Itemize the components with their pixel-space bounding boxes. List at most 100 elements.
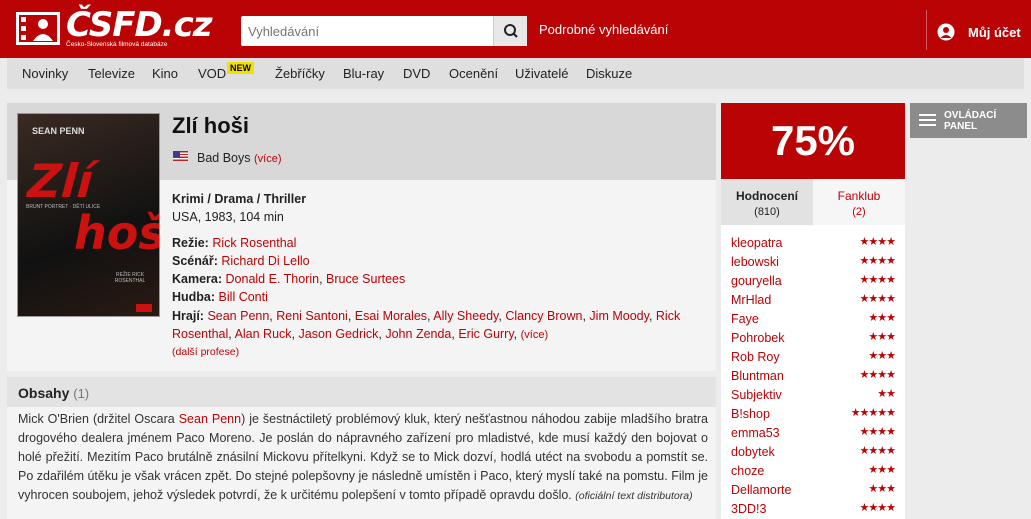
user-rating-row: Subjektiv ★★ <box>731 388 896 407</box>
cast-link[interactable]: Clancy Brown <box>505 309 582 323</box>
user-rating-row: 3DD!3 ★★★★ <box>731 502 896 519</box>
tab-ratings-label: Hodnocení <box>736 189 798 203</box>
poster-title-line2: hoši <box>74 206 159 260</box>
plot-text-before: Mick O'Brien (držitel Oscara <box>18 412 179 426</box>
poster-title-line1: Zlí <box>26 154 95 208</box>
tab-ratings[interactable]: Hodnocení (810) <box>721 179 813 225</box>
user-name-link[interactable]: Faye <box>731 312 759 326</box>
more-titles-link[interactable]: (více) <box>254 153 282 165</box>
user-name-link[interactable]: 3DD!3 <box>731 502 766 516</box>
tab-fanclub[interactable]: Fanklub (2) <box>813 179 905 225</box>
star-rating-icon: ★★★★ <box>859 274 896 286</box>
nav-item-vod[interactable]: VOD <box>198 66 226 81</box>
film-poster[interactable]: SEAN PENN Zlí BRUNT PORTRET · DĚTÍ ULICE… <box>17 113 160 317</box>
star-rating-icon: ★★★★ <box>859 236 896 248</box>
plot-source: (oficiální text distributora) <box>575 490 693 502</box>
user-name-link[interactable]: MrHlad <box>731 293 771 307</box>
nav-item-diskuze[interactable]: Diskuze <box>586 66 632 81</box>
user-rating-row: MrHlad ★★★★ <box>731 293 896 312</box>
film-info-box: SEAN PENN Zlí BRUNT PORTRET · DĚTÍ ULICE… <box>7 103 716 371</box>
credit-camera: Kamera: Donald E. Thorin, Bruce Surtees <box>172 272 406 286</box>
user-name-link[interactable]: dobytek <box>731 445 775 459</box>
film-genres: Krimi / Drama / Thriller <box>172 192 307 206</box>
search-input[interactable] <box>241 16 493 46</box>
user-rating-row: lebowski ★★★★ <box>731 255 896 274</box>
cast-link[interactable]: Jim Moody <box>589 309 649 323</box>
user-name-link[interactable]: choze <box>731 464 764 478</box>
plot-actor-link[interactable]: Sean Penn <box>179 412 241 426</box>
cast-link[interactable]: John Zenda <box>385 327 451 341</box>
star-rating-icon: ★★★ <box>868 350 896 362</box>
account-label: Můj účet <box>968 25 1021 40</box>
cast-link[interactable]: Alan Ruck <box>235 327 292 341</box>
original-title-text: Bad Boys <box>197 151 251 165</box>
star-rating-icon: ★★★★ <box>859 293 896 305</box>
credit-music: Hudba: Bill Conti <box>172 290 268 304</box>
credit-name-link[interactable]: Rick Rosenthal <box>212 236 296 250</box>
tab-fanclub-label: Fanklub <box>837 189 881 203</box>
star-rating-icon: ★★★★★ <box>850 407 896 419</box>
star-rating-icon: ★★★ <box>868 464 896 476</box>
cast-link[interactable]: Sean Penn <box>207 309 269 323</box>
cast-link[interactable]: Jason Gedrick <box>299 327 379 341</box>
cast-link[interactable]: Esai Morales <box>355 309 427 323</box>
advanced-search-link[interactable]: Podrobné vyhledávání <box>539 22 668 37</box>
nav-item-kino[interactable]: Kino <box>152 66 178 81</box>
control-panel-button[interactable]: OVLÁDACÍ PANEL <box>910 103 1027 138</box>
star-rating-icon: ★★ <box>877 388 896 400</box>
credit-name-link[interactable]: Richard Di Lello <box>221 254 309 268</box>
credit-director: Režie: Rick Rosenthal <box>172 236 296 250</box>
user-name-link[interactable]: lebowski <box>731 255 779 269</box>
film-title: Zlí hoši <box>172 113 249 138</box>
credit-role: Hrají: <box>172 309 204 323</box>
poster-credit: REŽIE RICK ROSENTHAL <box>114 272 146 284</box>
account-divider <box>926 10 927 50</box>
tab-fanclub-count: (2) <box>852 206 866 218</box>
credit-name-link[interactable]: Bruce Surtees <box>326 272 405 286</box>
credit-role: Hudba: <box>172 290 216 304</box>
nav-item-uzivatele[interactable]: Uživatelé <box>515 66 568 81</box>
credit-role: Režie: <box>172 236 209 250</box>
user-name-link[interactable]: B!shop <box>731 407 770 421</box>
user-name-link[interactable]: emma53 <box>731 426 780 440</box>
star-rating-icon: ★★★★ <box>859 255 896 267</box>
star-rating-icon: ★★★ <box>868 483 896 495</box>
user-rating-row: Faye ★★★ <box>731 312 896 331</box>
plot-count: (1) <box>73 386 90 401</box>
user-name-link[interactable]: Pohrobek <box>731 331 785 345</box>
plot-text: Mick O'Brien (držitel Oscara Sean Penn) … <box>18 410 708 506</box>
nav-item-zebricky[interactable]: Žebříčky <box>275 66 325 81</box>
star-rating-icon: ★★★★ <box>859 369 896 381</box>
user-name-link[interactable]: Bluntman <box>731 369 784 383</box>
user-name-link[interactable]: Dellamorte <box>731 483 791 497</box>
menu-icon <box>919 114 936 126</box>
star-rating-icon: ★★★★ <box>859 426 896 438</box>
nav-item-bluray[interactable]: Blu-ray <box>343 66 384 81</box>
nav-item-oceneni[interactable]: Ocenění <box>449 66 498 81</box>
cast-link[interactable]: Ally Sheedy <box>433 309 498 323</box>
user-name-link[interactable]: Rob Roy <box>731 350 780 364</box>
user-name-link[interactable]: kleopatra <box>731 236 782 250</box>
credit-name-link[interactable]: Bill Conti <box>219 290 268 304</box>
search-button[interactable] <box>493 16 527 46</box>
rating-score: 75% <box>721 103 905 179</box>
plot-title: Obsahy (1) <box>18 385 89 401</box>
nav-item-novinky[interactable]: Novinky <box>22 66 68 81</box>
nav-item-televize[interactable]: Televize <box>88 66 135 81</box>
user-rating-row: Pohrobek ★★★ <box>731 331 896 350</box>
more-cast-link[interactable]: (více) <box>521 329 549 341</box>
site-logo[interactable]: ČSFD.cz Česko-Slovenská filmová databáze <box>16 5 213 51</box>
more-professions-link[interactable]: (další profese) <box>172 346 239 358</box>
credit-name-link[interactable]: Donald E. Thorin <box>226 272 320 286</box>
main-nav: Novinky Televize Kino VOD NEW Žebříčky B… <box>7 58 1024 89</box>
cast-link[interactable]: Reni Santoni <box>276 309 348 323</box>
credit-cast: Hrají: Sean Penn, Reni Santoni, Esai Mor… <box>172 309 681 341</box>
user-rating-row: gouryella ★★★★ <box>731 274 896 293</box>
credit-role: Kamera: <box>172 272 223 286</box>
cast-link[interactable]: Eric Gurry <box>458 327 513 341</box>
user-rating-row: Dellamorte ★★★ <box>731 483 896 502</box>
nav-item-dvd[interactable]: DVD <box>403 66 430 81</box>
user-name-link[interactable]: Subjektiv <box>731 388 782 402</box>
user-rating-row: Bluntman ★★★★ <box>731 369 896 388</box>
user-name-link[interactable]: gouryella <box>731 274 782 288</box>
